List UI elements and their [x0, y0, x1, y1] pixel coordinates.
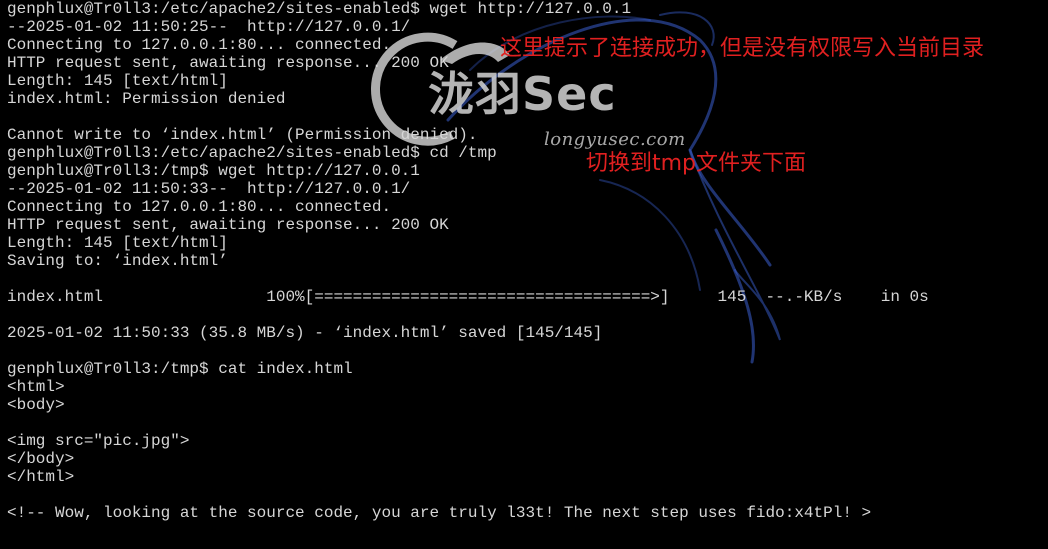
terminal-line: index.html: Permission denied: [7, 90, 286, 108]
terminal-line: genphlux@Tr0ll3:/etc/apache2/sites-enabl…: [7, 0, 632, 18]
terminal-line: genphlux@Tr0ll3:/tmp$ cat index.html: [7, 360, 353, 378]
terminal-output[interactable]: genphlux@Tr0ll3:/etc/apache2/sites-enabl…: [7, 0, 929, 522]
terminal-line: Length: 145 [text/html]: [7, 234, 228, 252]
annotation-tmp-note: 切换到tmp文件夹下面: [586, 151, 807, 176]
terminal-line: Cannot write to ‘index.html’ (Permission…: [7, 126, 478, 144]
terminal-line: </body>: [7, 450, 75, 468]
terminal-line: <body>: [7, 396, 65, 414]
terminal-line: </html>: [7, 468, 75, 486]
terminal-line: HTTP request sent, awaiting response... …: [7, 216, 449, 234]
terminal-line: Saving to: ‘index.html’: [7, 252, 228, 270]
terminal-line: <html>: [7, 378, 65, 396]
terminal-line: Length: 145 [text/html]: [7, 72, 228, 90]
terminal-line: 2025-01-02 11:50:33 (35.8 MB/s) - ‘index…: [7, 324, 603, 342]
terminal-line: --2025-01-02 11:50:25-- http://127.0.0.1…: [7, 18, 411, 36]
terminal-line: <img src="pic.jpg">: [7, 432, 190, 450]
terminal-line: --2025-01-02 11:50:33-- http://127.0.0.1…: [7, 180, 411, 198]
terminal-line: Connecting to 127.0.0.1:80... connected.: [7, 198, 392, 216]
terminal-window[interactable]: 泷羽Sec longyusec.com genphlux@Tr0ll3:/etc…: [0, 0, 1048, 549]
annotation-permission-note: 这里提示了连接成功，但是没有权限写入当前目录: [500, 36, 985, 61]
terminal-line: index.html 100%[========================…: [7, 288, 929, 306]
terminal-line: <!-- Wow, looking at the source code, yo…: [7, 504, 872, 522]
